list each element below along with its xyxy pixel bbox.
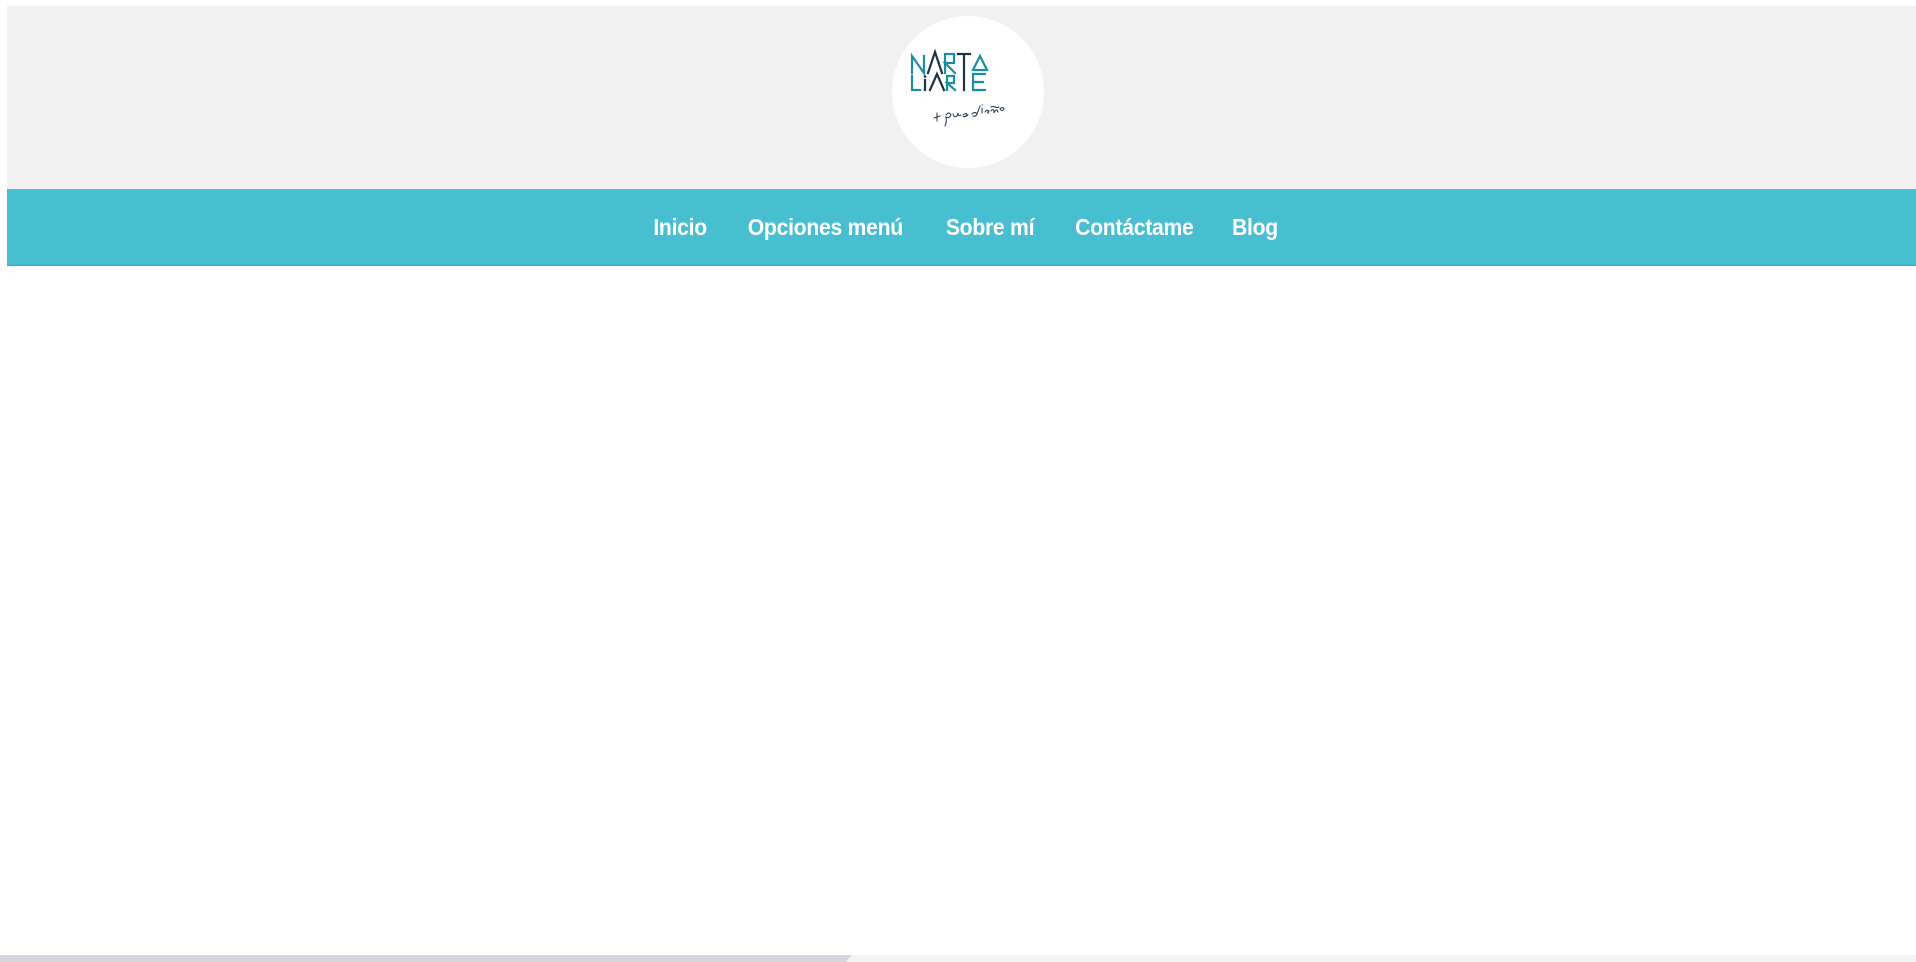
logo-letter-a-small bbox=[971, 53, 989, 72]
logo-tagline-script bbox=[933, 104, 1005, 127]
logo-mark bbox=[910, 48, 1005, 127]
nav-menu: Inicio Opciones menú Sobre mí Contáctame… bbox=[7, 189, 1916, 265]
site-header bbox=[7, 6, 1916, 189]
nav-item-opciones-menu[interactable]: Opciones menú bbox=[748, 214, 903, 241]
logo-letter-m bbox=[910, 52, 926, 77]
logo-line-two bbox=[910, 71, 987, 92]
site-logo[interactable] bbox=[892, 16, 1044, 168]
logo-letter-r-top bbox=[942, 52, 957, 75]
main-navigation: Inicio Opciones menú Sobre mí Contáctame… bbox=[7, 189, 1916, 266]
logo-letter-t bbox=[956, 52, 972, 92]
nav-item-sobre-mi[interactable]: Sobre mí bbox=[945, 214, 1034, 241]
page: Inicio Opciones menú Sobre mí Contáctame… bbox=[0, 0, 1916, 962]
scrollbar-thumb-tip bbox=[846, 955, 852, 962]
scrollbar-thumb[interactable] bbox=[0, 955, 846, 962]
horizontal-scrollbar[interactable] bbox=[0, 955, 1916, 962]
logo-letter-a-top bbox=[926, 48, 944, 75]
nav-item-contactame[interactable]: Contáctame bbox=[1075, 214, 1194, 241]
nav-item-inicio[interactable]: Inicio bbox=[653, 214, 707, 241]
nav-item-blog[interactable]: Blog bbox=[1232, 214, 1278, 241]
